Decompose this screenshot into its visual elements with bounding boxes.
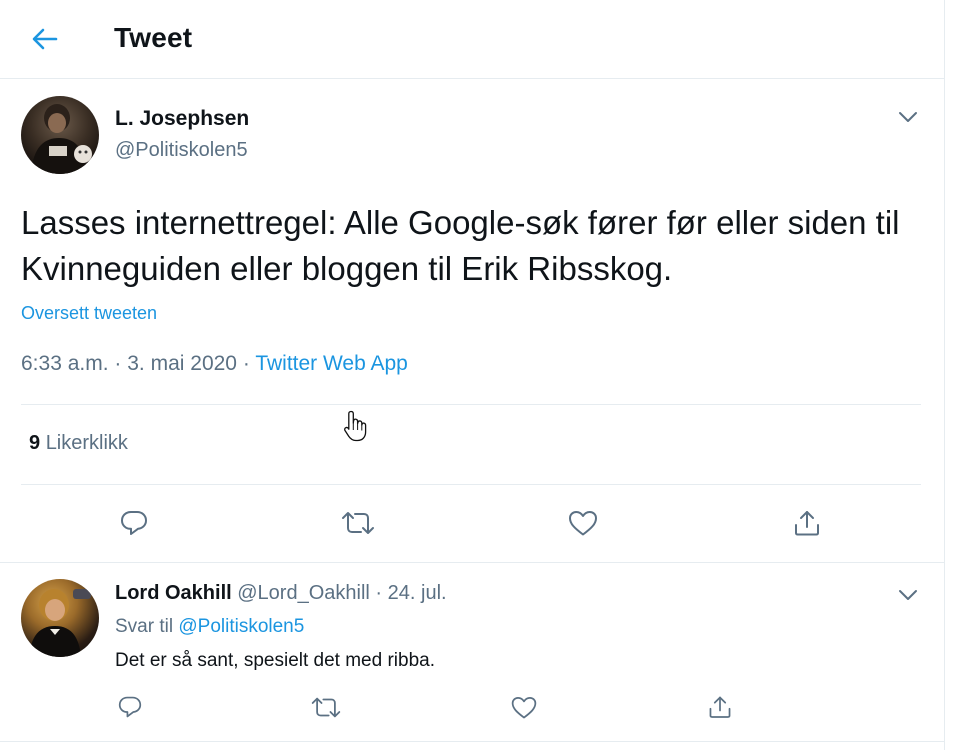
share-icon <box>709 696 731 718</box>
share-button[interactable] <box>787 503 827 543</box>
replying-to-label: Svar til <box>115 616 174 637</box>
likes-stat[interactable]: 9 Likerklikk <box>29 432 128 455</box>
author-name[interactable]: L. Josephsen <box>115 107 249 131</box>
reply-date[interactable]: 24. jul. <box>388 582 447 604</box>
arrow-left-icon <box>32 28 58 50</box>
author-handle[interactable]: @Politiskolen5 <box>115 139 248 162</box>
reply-header: Lord Oakhill @Lord_Oakhill · 24. jul. <box>115 582 447 605</box>
divider <box>21 404 921 405</box>
likes-label: Likerklikk <box>45 432 128 454</box>
reply-author-avatar[interactable] <box>21 579 99 657</box>
reply-icon <box>118 696 142 718</box>
retweet-button[interactable] <box>338 503 378 543</box>
reply-button[interactable] <box>114 503 154 543</box>
chevron-down-icon <box>899 590 917 600</box>
main-tweet: L. Josephsen @Politiskolen5 Lasses inter… <box>0 79 944 563</box>
tweet-meta: 6:33 a.m. · 3. mai 2020 · Twitter Web Ap… <box>21 352 408 376</box>
tweet-source-link[interactable]: Twitter Web App <box>255 352 408 375</box>
hand-cursor-icon <box>344 410 367 442</box>
likes-count: 9 <box>29 432 41 454</box>
reply-author-name[interactable]: Lord Oakhill <box>115 582 232 604</box>
replying-to-mention[interactable]: @Politiskolen5 <box>178 616 304 637</box>
meta-separator: · <box>375 582 383 604</box>
page-header: Tweet <box>0 0 944 79</box>
tweet-page: Tweet L. Josephsen @Politiskolen5 Lasses… <box>0 0 953 750</box>
author-avatar[interactable] <box>21 96 99 174</box>
replying-to: Svar til @Politiskolen5 <box>115 616 304 638</box>
divider <box>21 484 921 485</box>
avatar-image <box>31 104 92 174</box>
like-icon <box>511 696 537 718</box>
share-icon <box>795 511 819 536</box>
back-button[interactable] <box>22 17 68 61</box>
like-button[interactable] <box>563 503 603 543</box>
avatar-image <box>29 589 91 657</box>
reply-retweet-button[interactable] <box>306 687 346 727</box>
meta-separator: · <box>114 352 122 375</box>
reply-text: Det er så sant, spesielt det med ribba. <box>115 650 435 671</box>
reply-reply-button[interactable] <box>110 687 150 727</box>
reply-more-options-button[interactable] <box>892 579 924 611</box>
chevron-down-icon <box>899 112 917 122</box>
reply-like-button[interactable] <box>504 687 544 727</box>
retweet-icon <box>311 697 341 717</box>
translate-link[interactable]: Oversett tweeten <box>21 303 157 324</box>
tweet-time[interactable]: 6:33 a.m. <box>21 352 109 375</box>
more-options-button[interactable] <box>892 101 924 133</box>
reply-author-handle[interactable]: @Lord_Oakhill <box>237 582 370 604</box>
retweet-icon <box>342 512 374 534</box>
page-title: Tweet <box>114 22 193 53</box>
timeline-column: Tweet L. Josephsen @Politiskolen5 Lasses… <box>0 0 945 750</box>
reply-tweet[interactable]: Lord Oakhill @Lord_Oakhill · 24. jul. Sv… <box>0 563 944 742</box>
like-icon <box>569 511 597 536</box>
meta-separator: · <box>242 352 250 375</box>
reply-icon <box>121 511 147 535</box>
tweet-text: Lasses internettregel: Alle Google-søk f… <box>21 204 900 287</box>
reply-share-button[interactable] <box>700 687 740 727</box>
tweet-date[interactable]: 3. mai 2020 <box>127 352 237 375</box>
